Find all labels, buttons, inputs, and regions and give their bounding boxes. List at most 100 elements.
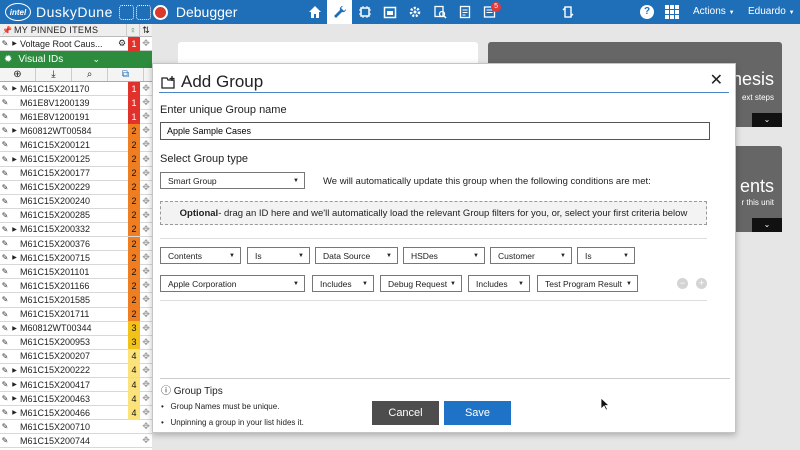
drag-handle-icon[interactable]: ✥ (140, 83, 152, 94)
drag-handle-icon[interactable]: ✥ (140, 224, 152, 235)
list-item[interactable]: ✎ M61C15X200285 2 ✥ (0, 208, 152, 223)
drag-handle-icon[interactable]: ✥ (140, 97, 152, 108)
drag-handle-icon[interactable]: ✥ (140, 38, 152, 49)
pin-icon[interactable]: ✎ (0, 295, 10, 304)
pin-icon[interactable]: ✎ (0, 112, 10, 121)
list-item[interactable]: ✎ M61E8V1200191 1 ✥ (0, 109, 152, 125)
pin-icon[interactable]: ✎ (0, 169, 10, 178)
list-item[interactable]: ✎ M61C15X200177 2 ✥ (0, 166, 152, 181)
pin-icon[interactable]: ✎ (0, 140, 10, 149)
card-expand-button[interactable]: ⌄ (752, 218, 782, 232)
pin-icon[interactable]: ✎ (0, 366, 10, 375)
list-item[interactable]: ✎ M61C15X200744 ✥ (0, 434, 152, 449)
pin-icon[interactable]: ✎ (0, 197, 10, 206)
add-criteria-icon[interactable]: + (696, 278, 707, 289)
list-item[interactable]: ✎ M61C15X200121 2 ✥ (0, 137, 152, 153)
pin-icon[interactable]: ✎ (0, 380, 10, 389)
drag-handle-icon[interactable]: ✥ (140, 294, 152, 305)
list-item[interactable]: ✎ ▶ M61C15X200466 4 ✥ (0, 405, 152, 421)
criteria-select[interactable]: Contents ▼ (160, 247, 241, 264)
list-item[interactable]: ✎ M61C15X200229 2 ✥ (0, 180, 152, 195)
pin-icon[interactable]: ✎ (0, 183, 10, 192)
drag-handle-icon[interactable]: ✥ (140, 365, 152, 376)
chip-active-icon[interactable] (152, 4, 168, 20)
pin-icon[interactable]: ✎ (0, 408, 10, 417)
drag-handle-icon[interactable]: ✥ (140, 196, 152, 207)
report-icon[interactable] (452, 0, 477, 24)
pin-icon[interactable]: ✎ (0, 338, 10, 347)
group-name-input[interactable] (160, 122, 710, 140)
list-item[interactable]: ✎ M61C15X200207 4 ✥ (0, 349, 152, 364)
expand-arrow-icon[interactable]: ▶ (10, 156, 19, 163)
pin-icon[interactable]: ✎ (0, 310, 10, 319)
chip-icon[interactable] (118, 4, 134, 20)
gear-icon[interactable]: ⚙ (118, 38, 128, 49)
drag-handle-icon[interactable]: ✥ (140, 337, 152, 348)
settings-icon[interactable] (402, 0, 427, 24)
search-doc-icon[interactable] (427, 0, 452, 24)
drag-handle-icon[interactable]: ✥ (140, 210, 152, 221)
pin-icon[interactable]: ✎ (0, 126, 10, 135)
cpu-icon[interactable] (352, 0, 377, 24)
criteria-select[interactable]: Is ▼ (247, 247, 310, 264)
wrench-icon[interactable] (327, 0, 352, 24)
expand-arrow-icon[interactable]: ▶ (10, 254, 19, 261)
pin-icon[interactable]: ✎ (0, 253, 10, 262)
notifications-icon[interactable]: 5 (477, 0, 502, 24)
search-icon[interactable]: ⌕ (72, 68, 108, 81)
list-item[interactable]: ✎ ▶ M61C15X200715 2 ✥ (0, 250, 152, 266)
pin-icon[interactable]: ✎ (0, 155, 10, 164)
drag-handle-icon[interactable]: ✥ (140, 407, 152, 418)
pinned-item[interactable]: ✎ ▶ Voltage Root Caus... ⚙ 1 ✥ (0, 36, 152, 51)
list-item[interactable]: ✎ ▶ M61C15X200332 2 ✥ (0, 222, 152, 238)
pin-icon[interactable]: ✎ (0, 211, 10, 220)
save-button[interactable]: Save (444, 401, 511, 425)
list-item[interactable]: ✎ ▶ M60812WT00584 2 ✥ (0, 123, 152, 139)
criteria-select[interactable]: Data Source ▼ (315, 247, 398, 264)
pin-icon[interactable]: ✎ (0, 39, 10, 48)
remove-criteria-icon[interactable]: − (677, 278, 688, 289)
expand-arrow-icon[interactable]: ▶ (10, 85, 19, 92)
id-drop-zone[interactable]: Optional - drag an ID here and we'll aut… (160, 201, 707, 225)
drag-handle-icon[interactable]: ✥ (140, 125, 152, 136)
expand-arrow-icon[interactable]: ▶ (10, 40, 19, 47)
criteria-select[interactable]: Is ▼ (577, 247, 635, 264)
list-item[interactable]: ✎ ▶ M61C15X200417 4 ✥ (0, 377, 152, 393)
pin-icon[interactable]: ✎ (0, 239, 10, 248)
list-item[interactable]: ✎ ▶ M60812WT00344 3 ✥ (0, 321, 152, 336)
drag-handle-icon[interactable]: ✥ (140, 309, 152, 320)
pin-icon[interactable]: ✎ (0, 436, 10, 445)
criteria-select[interactable]: Includes ▼ (312, 275, 374, 292)
add-icon[interactable]: ⊕ (0, 68, 36, 81)
drag-handle-icon[interactable]: ✥ (140, 280, 152, 291)
pin-icon[interactable]: ✎ (0, 324, 10, 333)
actions-menu[interactable]: Actions ▼ (693, 6, 735, 17)
list-item[interactable]: ✎ ▶ M61C15X200463 4 ✥ (0, 391, 152, 407)
drag-handle-icon[interactable]: ✥ (140, 323, 152, 334)
apps-grid-icon[interactable] (665, 5, 679, 19)
drag-handle-icon[interactable]: ✥ (140, 111, 152, 122)
drag-handle-icon[interactable]: ✥ (140, 435, 152, 446)
close-icon[interactable]: ✕ (710, 70, 723, 90)
pin-icon[interactable]: ✎ (0, 225, 10, 234)
list-item[interactable]: ✎ ▶ M61C15X200222 4 ✥ (0, 363, 152, 378)
sync-icon[interactable] (561, 5, 575, 22)
group-type-select[interactable]: Smart Group ▼ (160, 172, 305, 189)
pin-icon[interactable]: ✎ (0, 352, 10, 361)
sort-icon[interactable]: ⇅ (139, 23, 152, 37)
pin-icon[interactable]: ✎ (0, 394, 10, 403)
criteria-select[interactable]: Debug Request ▼ (380, 275, 462, 292)
download-icon[interactable]: ⤓ (36, 68, 72, 81)
add-group-icon[interactable]: ⧉ (108, 68, 144, 81)
drag-handle-icon[interactable]: ✥ (140, 154, 152, 165)
expand-arrow-icon[interactable]: ▶ (10, 409, 19, 416)
expand-arrow-icon[interactable]: ▶ (10, 381, 19, 388)
pin-icon[interactable]: ✎ (0, 98, 10, 107)
expand-arrow-icon[interactable]: ▶ (10, 127, 19, 134)
pin-icon[interactable]: ✎ (0, 281, 10, 290)
drag-handle-icon[interactable]: ✥ (140, 351, 152, 362)
list-item[interactable]: ✎ ▶ M61C15X200125 2 ✥ (0, 152, 152, 167)
list-item[interactable]: ✎ ▶ M61C15X201170 1 ✥ (0, 81, 152, 97)
criteria-select[interactable]: HSDes ▼ (403, 247, 485, 264)
expand-arrow-icon[interactable]: ▶ (10, 226, 19, 233)
